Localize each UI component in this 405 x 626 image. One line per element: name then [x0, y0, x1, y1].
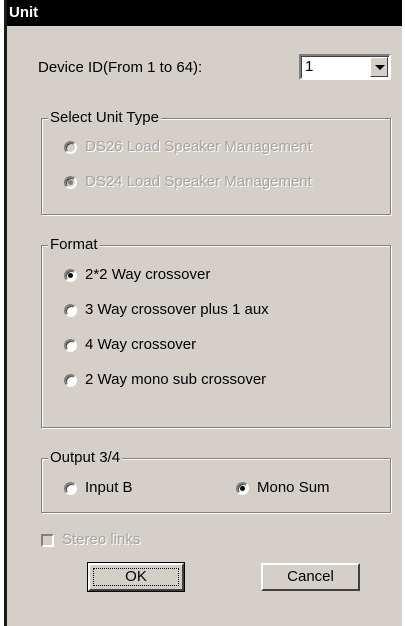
format-2x2-way-label: 2*2 Way crossover — [85, 266, 211, 283]
unit-type-ds26-radio[interactable] — [64, 141, 77, 154]
cancel-button-label: Cancel — [287, 568, 334, 585]
stereo-links-label: Stereo links — [62, 531, 141, 548]
output-mono-sum-label: Mono Sum — [257, 479, 330, 496]
device-id-select[interactable]: 1 — [299, 54, 391, 80]
format-2x2-way-radio[interactable] — [64, 269, 77, 282]
cancel-button[interactable]: Cancel — [261, 563, 360, 591]
output-title: Output 3/4 — [48, 449, 123, 466]
format-2-way-mono-sub-radio[interactable] — [64, 374, 77, 387]
chevron-down-icon[interactable] — [370, 57, 388, 77]
device-id-label: Device ID(From 1 to 64): — [38, 59, 203, 76]
stereo-links-checkbox[interactable] — [41, 534, 54, 547]
unit-type-ds26-label: DS26 Load Speaker Management — [85, 138, 312, 155]
format-4-way-radio[interactable] — [64, 339, 77, 352]
format-3-way-aux-radio[interactable] — [64, 304, 77, 317]
radio-selected-dot — [240, 486, 245, 491]
unit-type-title: Select Unit Type — [48, 109, 161, 126]
title-bar: Unit — [7, 0, 402, 26]
unit-dialog: Unit Device ID(From 1 to 64): 1 Select U… — [4, 0, 402, 626]
format-4-way-label: 4 Way crossover — [85, 336, 197, 353]
unit-type-ds24-radio[interactable] — [64, 176, 77, 189]
format-3-way-aux-label: 3 Way crossover plus 1 aux — [85, 301, 269, 318]
format-2-way-mono-sub-label: 2 Way mono sub crossover — [85, 371, 267, 388]
ok-button[interactable]: OK — [87, 562, 185, 592]
device-id-value: 1 — [305, 58, 314, 75]
radio-selected-dot — [68, 273, 73, 278]
radio-selected-dot — [68, 180, 73, 185]
output-input-b-label: Input B — [85, 479, 133, 496]
unit-type-group: Select Unit Type DS26 Load Speaker Manag… — [41, 109, 391, 215]
format-title: Format — [48, 236, 100, 253]
output-group: Output 3/4 Input B Mono Sum — [41, 449, 391, 513]
format-group: Format 2*2 Way crossover 3 Way crossover… — [41, 236, 391, 428]
unit-type-ds24-label: DS24 Load Speaker Management — [85, 173, 312, 190]
output-mono-sum-radio[interactable] — [236, 482, 249, 495]
output-input-b-radio[interactable] — [64, 482, 77, 495]
window-title: Unit — [9, 4, 39, 21]
focus-rect — [93, 568, 179, 586]
